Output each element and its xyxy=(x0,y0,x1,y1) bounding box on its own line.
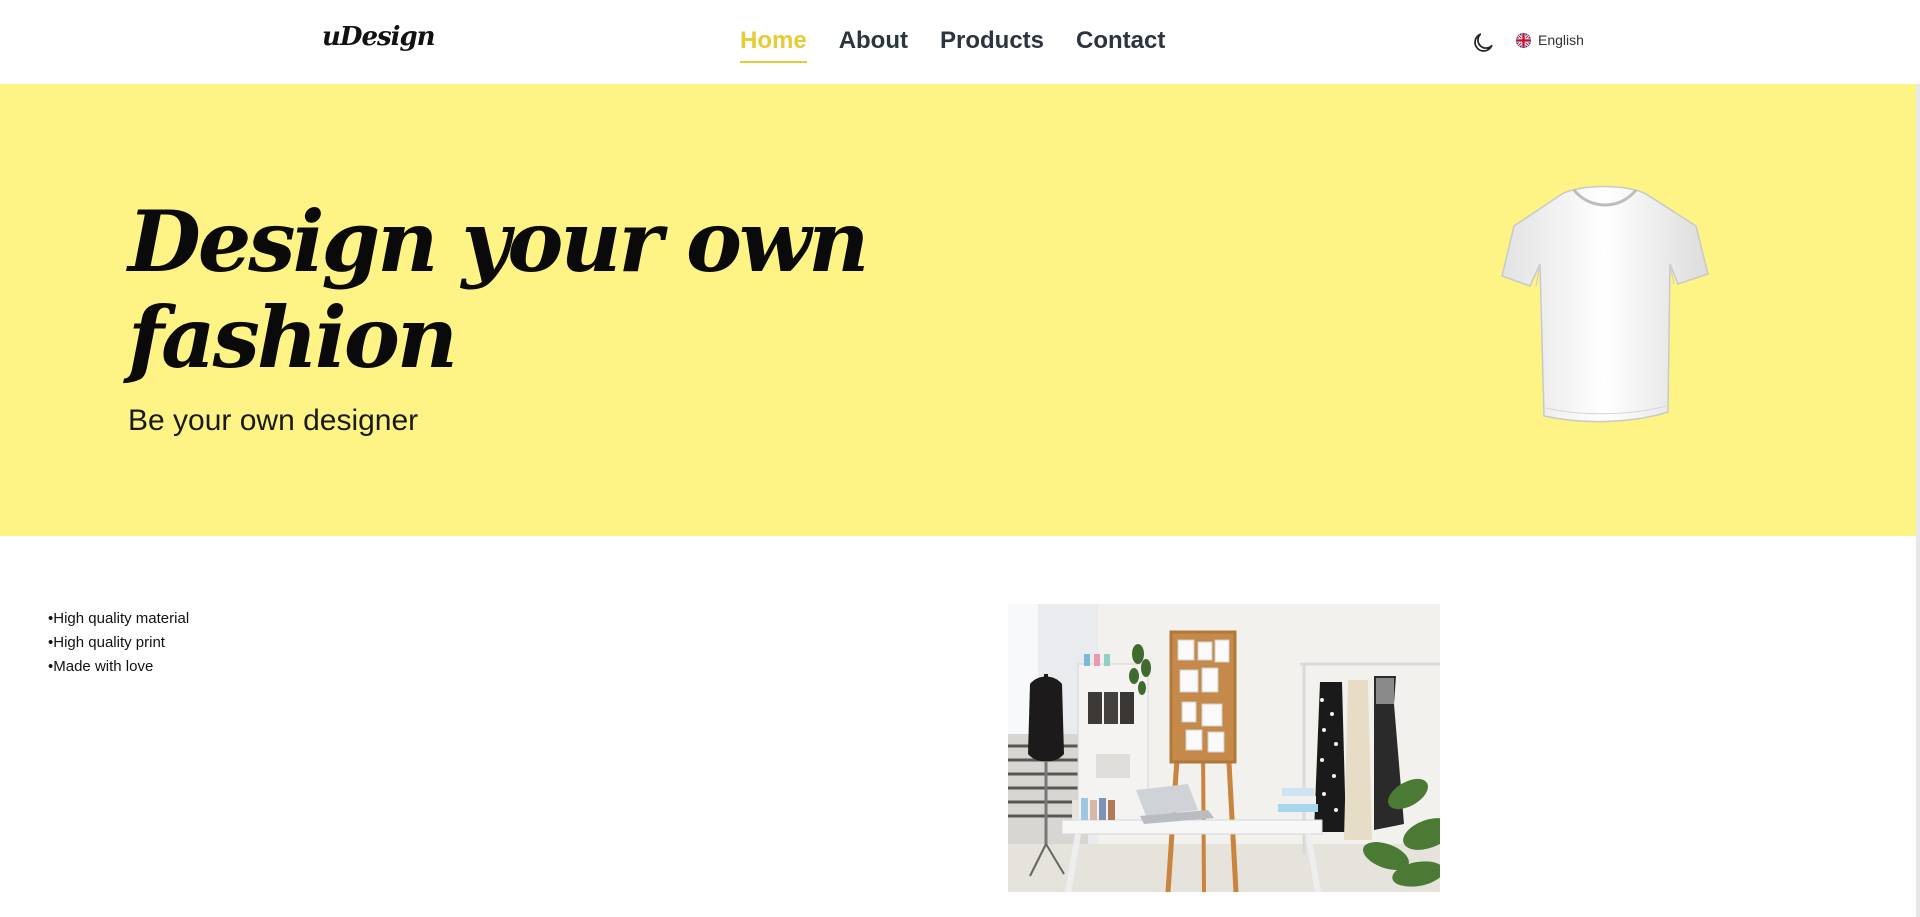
uk-flag-icon xyxy=(1516,32,1531,48)
moon-icon[interactable] xyxy=(1470,30,1496,56)
language-label: English xyxy=(1538,32,1584,48)
nav-link-contact[interactable]: Contact xyxy=(1076,26,1165,63)
main-nav: Home About Products Contact xyxy=(740,26,1165,63)
studio-photo xyxy=(1008,604,1440,892)
nav-link-home[interactable]: Home xyxy=(740,26,807,63)
brand-logo[interactable]: uDesign xyxy=(322,22,436,52)
nav-link-about[interactable]: About xyxy=(839,26,908,63)
feature-list: •High quality material •High quality pri… xyxy=(48,607,189,679)
language-selector[interactable]: English xyxy=(1516,32,1584,48)
page-scrollbar[interactable] xyxy=(1916,84,1920,917)
tshirt-image xyxy=(1501,185,1709,423)
hero-banner: Design your own fashion Be your own desi… xyxy=(0,84,1918,536)
feature-item: •High quality print xyxy=(48,634,165,651)
feature-item: •Made with love xyxy=(48,658,154,675)
nav-link-products[interactable]: Products xyxy=(940,26,1044,63)
page: uDesign Home About Products Contact Engl… xyxy=(0,0,1920,917)
hero-title: Design your own fashion xyxy=(128,192,869,387)
navbar: uDesign Home About Products Contact Engl… xyxy=(0,0,1920,84)
hero-subtitle: Be your own designer xyxy=(128,404,419,437)
feature-item: •High quality material xyxy=(48,610,190,627)
